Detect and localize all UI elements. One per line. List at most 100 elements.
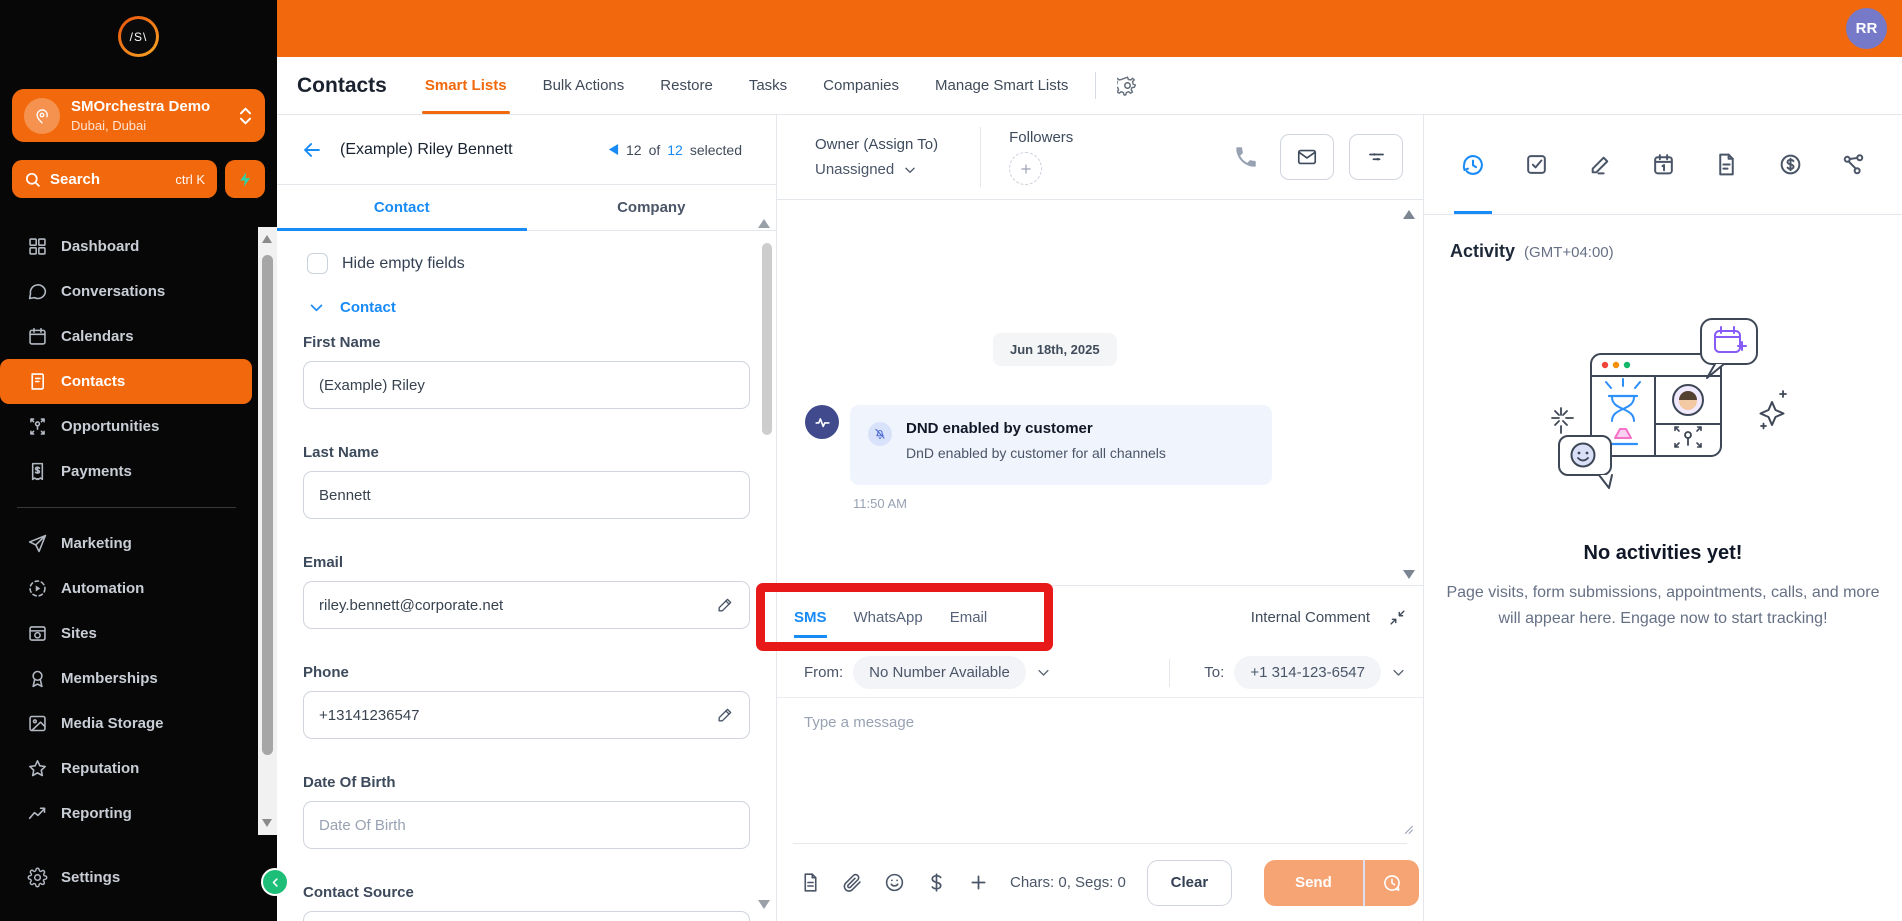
scroll-down-arrow[interactable] bbox=[1403, 570, 1415, 579]
tab-restore[interactable]: Restore bbox=[660, 57, 713, 114]
user-avatar[interactable]: RR bbox=[1846, 8, 1887, 49]
chevron-down-icon[interactable] bbox=[1036, 665, 1051, 680]
first-name-input[interactable] bbox=[303, 361, 750, 409]
contact-source-input[interactable] bbox=[303, 911, 750, 921]
location-switcher[interactable]: SMOrchestra Demo Dubai, Dubai bbox=[12, 89, 265, 142]
tab-contact[interactable]: Contact bbox=[277, 185, 527, 230]
contact-section-toggle[interactable]: Contact bbox=[308, 299, 750, 316]
event-timestamp: 11:50 AM bbox=[853, 496, 907, 511]
tab-bulk-actions[interactable]: Bulk Actions bbox=[543, 57, 625, 114]
send-button-group: Send bbox=[1264, 860, 1419, 906]
scroll-up-arrow[interactable] bbox=[758, 219, 770, 228]
prev-contact-icon[interactable] bbox=[608, 143, 619, 156]
contact-form: Hide empty fields Contact First Name Las… bbox=[277, 231, 776, 921]
back-arrow-icon[interactable] bbox=[301, 139, 323, 161]
tab-activity-history-icon[interactable] bbox=[1460, 115, 1486, 214]
field-first-name: First Name bbox=[303, 334, 750, 409]
add-more-icon[interactable] bbox=[968, 872, 989, 893]
sidebar-item-contacts[interactable]: Contacts bbox=[0, 359, 252, 404]
scroll-up-arrow[interactable] bbox=[262, 235, 272, 243]
emoji-icon[interactable] bbox=[884, 872, 905, 893]
last-name-input[interactable] bbox=[303, 471, 750, 519]
from-number-dropdown[interactable]: No Number Available bbox=[853, 656, 1026, 689]
email-action-button[interactable] bbox=[1280, 134, 1334, 180]
tab-company[interactable]: Company bbox=[527, 185, 777, 230]
edit-pencil-icon[interactable] bbox=[716, 705, 735, 724]
field-label: First Name bbox=[303, 334, 750, 351]
tab-appointments-icon[interactable] bbox=[1651, 115, 1676, 214]
sidebar-item-settings[interactable]: Settings bbox=[0, 855, 258, 900]
scroll-down-arrow[interactable] bbox=[262, 819, 272, 827]
owner-dropdown[interactable]: Unassigned bbox=[815, 161, 938, 178]
sidebar-item-reputation[interactable]: Reputation bbox=[0, 746, 258, 791]
sidebar-item-label: Calendars bbox=[61, 328, 134, 345]
schedule-send-button[interactable] bbox=[1365, 860, 1419, 906]
pagination-total[interactable]: 12 bbox=[667, 142, 683, 158]
sidebar-item-label: Memberships bbox=[61, 670, 158, 687]
tab-smart-lists[interactable]: Smart Lists bbox=[425, 57, 507, 114]
edit-pencil-icon[interactable] bbox=[716, 595, 735, 614]
email-input[interactable] bbox=[303, 581, 750, 629]
org-location: Dubai, Dubai bbox=[71, 118, 146, 133]
sidebar-item-label: Conversations bbox=[61, 283, 165, 300]
templates-icon[interactable] bbox=[800, 872, 821, 893]
to-number-dropdown[interactable]: +1 314-123-6547 bbox=[1234, 656, 1381, 689]
chevron-down-icon[interactable] bbox=[1391, 665, 1406, 680]
resize-handle-icon[interactable] bbox=[1401, 822, 1414, 835]
smart-list-settings-gear-icon[interactable] bbox=[1117, 75, 1138, 96]
tab-email[interactable]: Email bbox=[950, 604, 988, 631]
scrollbar-thumb[interactable] bbox=[262, 255, 273, 755]
request-payment-icon[interactable] bbox=[926, 872, 947, 893]
add-follower-button[interactable] bbox=[1009, 152, 1042, 185]
page-title: Contacts bbox=[297, 74, 387, 98]
date-of-birth-input[interactable] bbox=[303, 801, 750, 849]
attachment-icon[interactable] bbox=[842, 872, 863, 893]
sidebar-item-payments[interactable]: Payments bbox=[0, 449, 258, 494]
hide-empty-fields-checkbox[interactable] bbox=[307, 253, 328, 274]
quick-actions-button[interactable] bbox=[225, 160, 265, 198]
phone-input[interactable] bbox=[303, 691, 750, 739]
sidebar-item-memberships[interactable]: Memberships bbox=[0, 656, 258, 701]
message-textarea[interactable]: Type a message bbox=[777, 698, 1423, 843]
contact-detail-panel: (Example) Riley Bennett 12 of 12 selecte… bbox=[277, 115, 777, 921]
brand-logo: /S\ bbox=[0, 16, 277, 57]
tab-associations-icon[interactable] bbox=[1841, 115, 1866, 214]
sidebar-item-media-storage[interactable]: Media Storage bbox=[0, 701, 258, 746]
sidebar-item-reporting[interactable]: Reporting bbox=[0, 791, 258, 836]
tab-manage-smart-lists[interactable]: Manage Smart Lists bbox=[935, 57, 1068, 114]
sidebar-item-opportunities[interactable]: Opportunities bbox=[0, 404, 258, 449]
tab-payments-icon[interactable] bbox=[1778, 115, 1803, 214]
collapse-composer-icon[interactable] bbox=[1389, 609, 1406, 626]
sidebar-nav: Dashboard Conversations Calendars Contac… bbox=[0, 224, 258, 836]
scroll-up-arrow[interactable] bbox=[1403, 210, 1415, 219]
scrollbar-thumb[interactable] bbox=[762, 243, 772, 435]
collapse-sidebar-button[interactable] bbox=[261, 868, 289, 896]
sidebar-item-conversations[interactable]: Conversations bbox=[0, 269, 258, 314]
tab-documents-icon[interactable] bbox=[1714, 115, 1739, 214]
automation-icon bbox=[27, 578, 48, 599]
search-input[interactable]: Search ctrl K bbox=[12, 160, 217, 198]
tab-companies[interactable]: Companies bbox=[823, 57, 899, 114]
send-button[interactable]: Send bbox=[1264, 860, 1363, 906]
internal-comment-toggle[interactable]: Internal Comment bbox=[1251, 609, 1370, 626]
tab-tasks-icon[interactable] bbox=[1524, 115, 1549, 214]
call-icon[interactable] bbox=[1233, 144, 1259, 170]
award-icon bbox=[27, 668, 48, 689]
sidebar-item-marketing[interactable]: Marketing bbox=[0, 521, 258, 566]
contact-company-tabs: Contact Company bbox=[277, 185, 776, 231]
tab-notes-icon[interactable] bbox=[1588, 115, 1613, 214]
clear-button[interactable]: Clear bbox=[1147, 860, 1232, 906]
star-icon bbox=[27, 758, 48, 779]
sidebar-item-sites[interactable]: Sites bbox=[0, 611, 258, 656]
image-icon bbox=[27, 713, 48, 734]
sidebar-item-automation[interactable]: Automation bbox=[0, 566, 258, 611]
hide-empty-fields-label: Hide empty fields bbox=[342, 255, 465, 273]
filter-button[interactable] bbox=[1349, 134, 1403, 180]
sidebar-item-calendars[interactable]: Calendars bbox=[0, 314, 258, 359]
scroll-down-arrow[interactable] bbox=[758, 900, 770, 909]
tab-sms[interactable]: SMS bbox=[794, 604, 827, 631]
sidebar-settings: Settings bbox=[0, 855, 258, 900]
tab-tasks[interactable]: Tasks bbox=[749, 57, 787, 114]
tab-whatsapp[interactable]: WhatsApp bbox=[854, 604, 923, 631]
sidebar-item-dashboard[interactable]: Dashboard bbox=[0, 224, 258, 269]
